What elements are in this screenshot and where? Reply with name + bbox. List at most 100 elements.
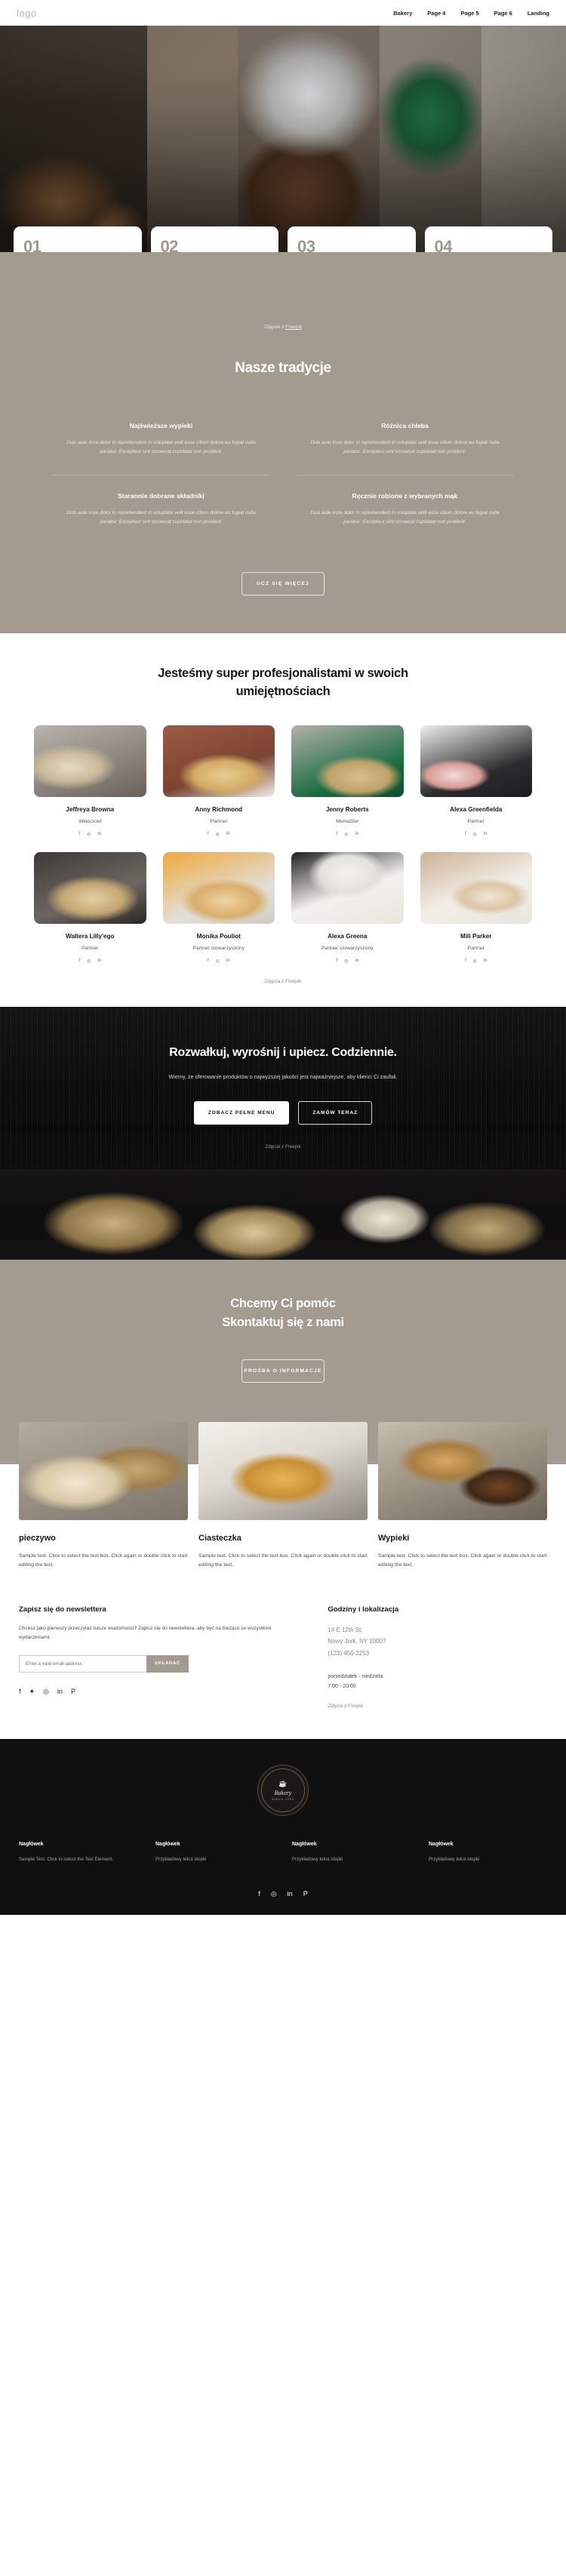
phone-number[interactable]: (123) 456-2253 [328, 1648, 547, 1660]
freepik-link[interactable]: Freepik [285, 325, 302, 330]
instagram-icon[interactable]: ◎ [344, 959, 348, 964]
instagram-icon[interactable]: ◎ [473, 832, 477, 837]
card-number: 03 [297, 236, 315, 252]
linkedin-icon[interactable]: in [57, 1688, 63, 1696]
instagram-icon[interactable]: ◎ [87, 832, 91, 837]
facebook-icon[interactable]: f [336, 832, 337, 837]
email-input[interactable] [19, 1654, 147, 1673]
linkedin-icon[interactable]: in [484, 959, 488, 964]
request-info-button[interactable]: PROŚBA O INFORMACJE [241, 1359, 325, 1383]
member-role: Właściciel [78, 818, 102, 824]
feature-card[interactable]: 03 Pyszne Chleby Ut enim ad minim veniam… [288, 226, 416, 252]
footer-column: Nagłówek Przykładowy tekst stopki [429, 1842, 547, 1864]
linkedin-icon[interactable]: in [288, 1890, 293, 1898]
linkedin-icon[interactable]: in [97, 832, 101, 837]
site-logo[interactable]: logo [17, 8, 37, 19]
nav-links: Bakery Page 4 Page 5 Page 6 Landing [393, 10, 549, 17]
facebook-icon[interactable]: f [78, 959, 80, 964]
team-member[interactable]: Alexa Greena Partner stowarzyszony f ◎ i… [291, 851, 404, 964]
facebook-icon[interactable]: f [465, 832, 466, 837]
footer-text: Przykładowy tekst stopki [429, 1857, 480, 1863]
view-menu-button[interactable]: ZOBACZ PEŁNE MENU [193, 1101, 290, 1125]
facebook-icon[interactable]: f [19, 1688, 21, 1696]
nav-link-bakery[interactable]: Bakery [393, 10, 412, 17]
member-photo [34, 851, 146, 924]
order-now-button[interactable]: ZAMÓW TERAZ [298, 1101, 373, 1125]
team-member[interactable]: Monika Pouliot Partner stowarzyszony f ◎… [162, 851, 275, 964]
instagram-icon[interactable]: ◎ [87, 959, 91, 964]
cupcake-icon: ☕ [278, 1780, 288, 1788]
nav-link-page6[interactable]: Page 6 [494, 10, 512, 17]
credit-text: Zdjęcie z [263, 325, 286, 330]
product-text: Sample text. Click to select the text bo… [378, 1553, 547, 1568]
facebook-icon[interactable]: f [208, 959, 209, 964]
product-item[interactable]: Wypieki Sample text. Click to select the… [378, 1421, 547, 1571]
contact-photo-credit[interactable]: Zdjęcia z Freepik [328, 1703, 547, 1709]
instagram-icon[interactable]: ◎ [473, 959, 477, 964]
nav-link-landing[interactable]: Landing [528, 10, 549, 17]
feature-card[interactable]: 01 Co robimy Ut enim ad minim veniam, qu… [14, 226, 142, 252]
nav-link-page5[interactable]: Page 5 [460, 10, 478, 17]
footer-heading: Nagłówek [429, 1842, 454, 1848]
submit-button[interactable]: SKŁADAĆ [146, 1654, 189, 1673]
cta-subtitle: Wiemy, że oferowanie produktów o najwyżs… [168, 1073, 398, 1080]
member-name: Alexa Greena [328, 932, 368, 940]
team-member[interactable]: Mili Parker Partner f ◎ in [420, 851, 532, 964]
team-member[interactable]: Waltera Lilly'ego Partner f ◎ in [34, 851, 146, 964]
product-image [198, 1421, 368, 1520]
member-name: Jenny Roberts [325, 805, 369, 813]
member-social: f ◎ in [163, 832, 275, 837]
facebook-icon[interactable]: f [78, 832, 80, 837]
team-member[interactable]: Jeffreya Browna Właściciel f ◎ in [34, 725, 146, 837]
learn-more-button[interactable]: UCZ SIĘ WIĘCEJ [241, 572, 325, 596]
product-name: Wypieki [378, 1533, 410, 1543]
footer-heading: Nagłówek [292, 1842, 317, 1848]
footer-heading: Nagłówek [155, 1842, 180, 1848]
team-member[interactable]: Alexa Greenfielda Partner f ◎ in [420, 725, 532, 837]
instagram-icon[interactable]: ◎ [43, 1688, 49, 1696]
products-section: pieczywo Sample text. Click to select th… [0, 1421, 566, 1735]
linkedin-icon[interactable]: in [226, 959, 230, 964]
linkedin-icon[interactable]: in [226, 832, 230, 837]
facebook-icon[interactable]: f [258, 1890, 260, 1898]
instagram-icon[interactable]: ◎ [271, 1890, 277, 1898]
product-item[interactable]: Ciasteczka Sample text. Click to select … [198, 1421, 368, 1571]
tradition-title: Różnica chleba [381, 422, 429, 429]
linkedin-icon[interactable]: in [97, 959, 101, 964]
facebook-icon[interactable]: f [465, 959, 466, 964]
pinterest-icon[interactable]: P [303, 1890, 308, 1898]
tradition-text: Duis aute irure dolor in reprehenderit i… [310, 440, 500, 455]
footer-text: Przykładowy tekst stopki [292, 1857, 343, 1863]
footer-badge-wrap: ☕ Bakery SINCE 1990 [0, 1765, 566, 1817]
instagram-icon[interactable]: ◎ [344, 832, 348, 837]
linkedin-icon[interactable]: in [355, 959, 358, 964]
pinterest-icon[interactable]: P [71, 1688, 75, 1696]
feature-card[interactable]: 02 Profesjonaliści Ut enim ad minim veni… [150, 226, 278, 252]
team-photo-credit[interactable]: Zdjęcia z Freepik [0, 964, 566, 987]
tradition-title: Starannie dobrane składniki [118, 492, 205, 500]
team-member[interactable]: Anny Richmond Partner f ◎ in [162, 725, 275, 837]
card-number: 02 [160, 236, 179, 252]
help-section: Chcemy Ci pomóc Skontaktuj się z nami PR… [0, 1260, 566, 1422]
nav-link-page4[interactable]: Page 4 [427, 10, 445, 17]
facebook-icon[interactable]: f [336, 959, 337, 964]
instagram-icon[interactable]: ◎ [216, 832, 220, 837]
feature-card[interactable]: 04 Nasza historia Ut enim ad minim venia… [424, 226, 552, 252]
twitter-icon[interactable]: ✦ [29, 1688, 35, 1696]
cta-photo-credit[interactable]: Zdjęcie z Freepik [0, 1144, 566, 1150]
linkedin-icon[interactable]: in [484, 832, 488, 837]
member-photo [291, 725, 404, 797]
help-line-2: Skontaktuj się z nami [222, 1315, 344, 1329]
instagram-icon[interactable]: ◎ [216, 959, 220, 964]
member-name: Alexa Greenfielda [450, 805, 503, 813]
team-member[interactable]: Jenny Roberts Menedżer f ◎ in [291, 725, 404, 837]
member-role: Menedżer [336, 818, 359, 824]
linkedin-icon[interactable]: in [355, 832, 358, 837]
cta-content: Rozwałkuj, wyrośnij i upiecz. Codziennie… [0, 1046, 566, 1169]
product-item[interactable]: pieczywo Sample text. Click to select th… [19, 1421, 188, 1571]
footer-column: Nagłówek Sample Text. Click to select th… [19, 1842, 137, 1864]
tradition-text: Duis aute irure dolor in reprehenderit i… [310, 510, 500, 525]
member-role: Partner [82, 945, 99, 951]
facebook-icon[interactable]: f [208, 832, 209, 837]
tradition-title: Ręcznie robione z wybranych mąk [352, 492, 458, 500]
